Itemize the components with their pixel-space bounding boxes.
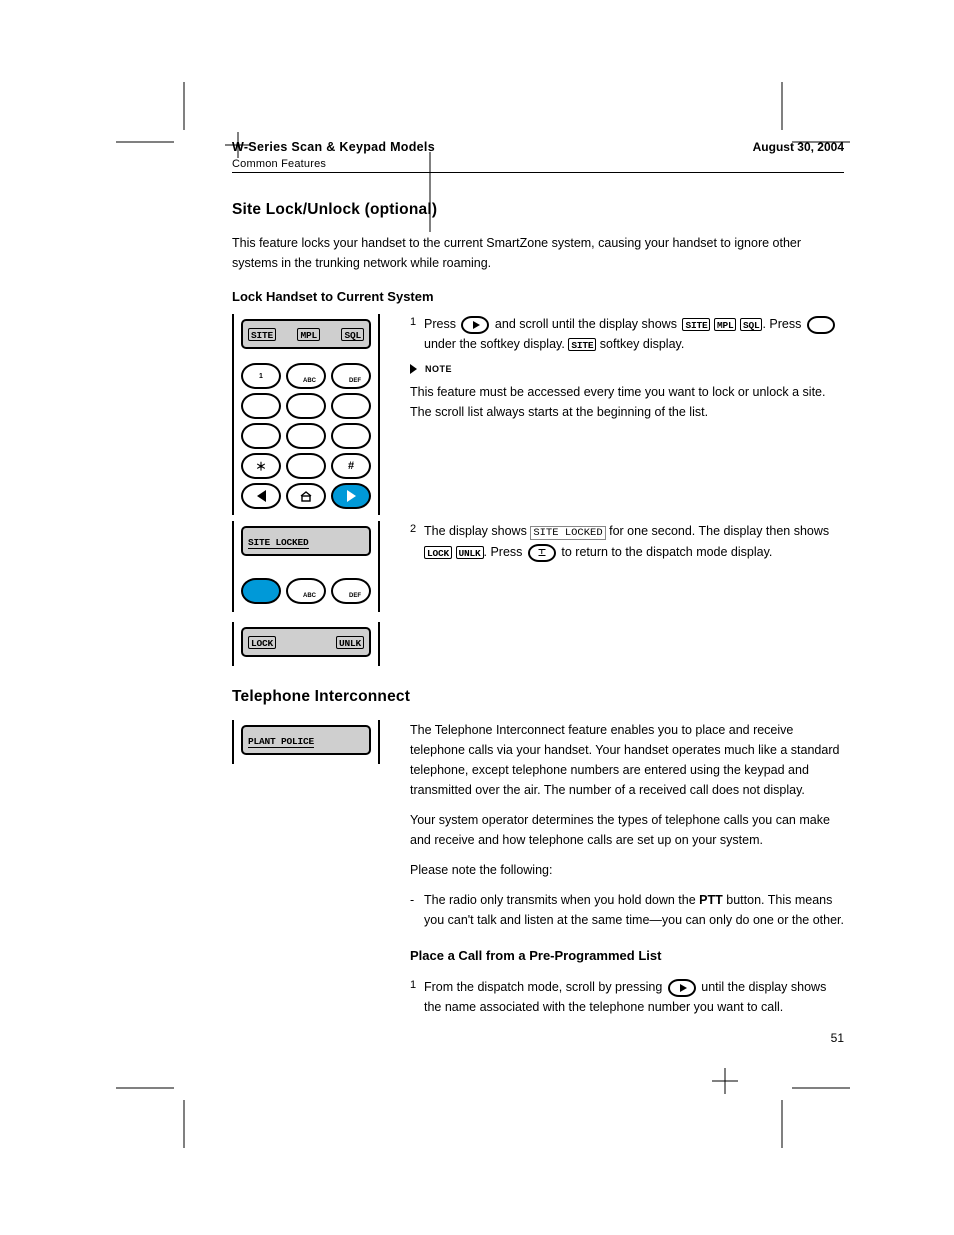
device-keypad: SITE MPL SQL 1 bbox=[232, 314, 380, 515]
key-5[interactable] bbox=[286, 393, 326, 419]
device-lcd-locked: SITE LOCKED bbox=[232, 521, 380, 612]
note-label: NOTE bbox=[425, 362, 452, 376]
key-hash[interactable]: # bbox=[331, 453, 371, 479]
softkey-btn-3[interactable] bbox=[331, 578, 371, 604]
header-section: Common Features bbox=[232, 158, 844, 170]
nav-row bbox=[241, 483, 371, 509]
key-2[interactable] bbox=[286, 363, 326, 389]
inline-nav-right-icon bbox=[668, 979, 696, 997]
please-note: Please note the following: bbox=[410, 860, 844, 880]
telephone-para-1: The Telephone Interconnect feature enabl… bbox=[410, 720, 844, 800]
header-model: W-Series Scan & Keypad Models bbox=[232, 140, 435, 154]
inline-nav-right-icon bbox=[461, 316, 489, 334]
page-number: 51 bbox=[831, 1031, 844, 1045]
lcd-text-plant-police: PLANT POLICE bbox=[248, 736, 314, 748]
note-marker-icon bbox=[410, 364, 417, 374]
section-title-telephone: Telephone Interconnect bbox=[232, 688, 844, 706]
inline-softkey-button-icon bbox=[807, 316, 835, 334]
softkey-btn-1[interactable] bbox=[241, 578, 281, 604]
inline-home-button-icon bbox=[528, 544, 556, 562]
inline-softkey-mpl: MPL bbox=[714, 318, 737, 331]
key-7[interactable] bbox=[241, 423, 281, 449]
inline-softkey-unlk: UNLK bbox=[456, 546, 484, 559]
keypad-row bbox=[241, 423, 371, 449]
note-text: This feature must be accessed every time… bbox=[410, 382, 844, 422]
key-1[interactable]: 1 bbox=[241, 363, 281, 389]
lcd-text-site-locked: SITE LOCKED bbox=[248, 537, 309, 549]
page-header: W-Series Scan & Keypad Models August 30,… bbox=[232, 140, 844, 173]
step-number: 2 bbox=[410, 521, 424, 562]
softkey-btn-2[interactable] bbox=[286, 578, 326, 604]
nav-right[interactable] bbox=[331, 483, 371, 509]
place-call-step1: From the dispatch mode, scroll by pressi… bbox=[424, 977, 844, 1017]
inline-softkey-site: SITE bbox=[682, 318, 710, 331]
softkey-sql: SQL bbox=[341, 328, 364, 341]
key-0[interactable] bbox=[286, 453, 326, 479]
inline-softkey-sql: SQL bbox=[740, 318, 763, 331]
key-3[interactable] bbox=[331, 363, 371, 389]
telephone-para-2: Your system operator determines the type… bbox=[410, 810, 844, 850]
lcd-softkeys-1: SITE MPL SQL bbox=[241, 319, 371, 349]
softkey-lock: LOCK bbox=[248, 636, 276, 649]
nav-left[interactable] bbox=[241, 483, 281, 509]
step-number: 1 bbox=[410, 314, 424, 354]
key-4[interactable] bbox=[241, 393, 281, 419]
lcd-plant-police: PLANT POLICE bbox=[241, 725, 371, 755]
telephone-bullet: - The radio only transmits when you hold… bbox=[410, 890, 844, 930]
step-2-text: The display shows SITE LOCKED for one se… bbox=[424, 521, 844, 562]
keypad-row bbox=[241, 393, 371, 419]
inline-lcd-site-locked: SITE LOCKED bbox=[530, 526, 605, 540]
subheading-lock: Lock Handset to Current System bbox=[232, 289, 844, 304]
keypad-row: ＊ # bbox=[241, 453, 371, 479]
header-date: August 30, 2004 bbox=[753, 140, 844, 154]
step-1-text: Press and scroll until the display shows… bbox=[424, 314, 844, 354]
section1-intro: This feature locks your handset to the c… bbox=[232, 233, 844, 273]
softkey-mpl: MPL bbox=[297, 328, 320, 341]
key-9[interactable] bbox=[331, 423, 371, 449]
inline-softkey-site-2: SITE bbox=[568, 338, 596, 351]
section-title-site-lock: Site Lock/Unlock (optional) bbox=[232, 201, 844, 219]
lcd-site-locked: SITE LOCKED bbox=[241, 526, 371, 556]
softkey-site: SITE bbox=[248, 328, 276, 341]
inline-softkey-lock: LOCK bbox=[424, 546, 452, 559]
subheading-place-call: Place a Call from a Pre-Programmed List bbox=[410, 946, 844, 967]
key-8[interactable] bbox=[286, 423, 326, 449]
softkey-unlk: UNLK bbox=[336, 636, 364, 649]
lcd-lock-unlk: LOCK UNLK bbox=[241, 627, 371, 657]
device-lcd-plantpolice: PLANT POLICE bbox=[232, 720, 380, 764]
key-6[interactable] bbox=[331, 393, 371, 419]
step-number: 1 bbox=[410, 977, 424, 1017]
device-lcd-lockunlk: LOCK UNLK bbox=[232, 622, 380, 666]
softkey-button-row bbox=[241, 578, 371, 604]
keypad-row: 1 bbox=[241, 363, 371, 389]
nav-home[interactable] bbox=[286, 483, 326, 509]
key-star[interactable]: ＊ bbox=[241, 453, 281, 479]
